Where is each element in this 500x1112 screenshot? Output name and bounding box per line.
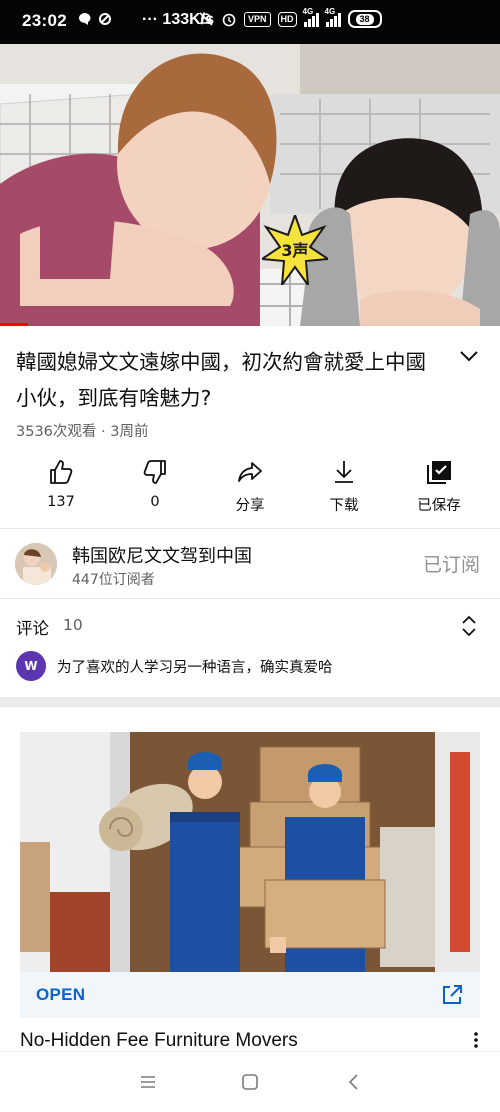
external-link-icon[interactable] — [440, 983, 464, 1007]
share-label: 分享 — [235, 498, 265, 514]
signal-icon-2: 4G — [325, 7, 341, 27]
battery-icon: 38 — [347, 10, 382, 28]
status-icons: VPN HD 4G 4G 38 — [198, 7, 382, 28]
like-count: 137 — [47, 494, 75, 510]
subscriber-count: 447位订阅者 — [72, 572, 155, 588]
open-ad-button[interactable]: OPEN — [36, 985, 85, 1005]
thumbs-up-icon — [50, 460, 73, 484]
dislike-count: 0 — [150, 494, 160, 510]
divider — [0, 528, 500, 529]
dislike-button[interactable]: 0 — [115, 452, 195, 522]
alarm-icon — [222, 13, 236, 27]
menu-icon[interactable] — [136, 1070, 160, 1094]
video-frame — [0, 44, 500, 326]
thumbs-down-icon — [143, 460, 166, 484]
notification-icons — [78, 12, 112, 26]
mute-bell-icon — [199, 12, 213, 26]
home-square-icon[interactable] — [238, 1070, 262, 1094]
channel-avatar[interactable] — [15, 543, 57, 585]
status-time: 23:02 — [22, 11, 67, 30]
sticker-burst-icon: 3声 — [262, 215, 328, 285]
channel-row[interactable]: 韩国欧尼文文驾到中国 447位订阅者 已订阅 — [0, 530, 500, 598]
avatar-image — [15, 543, 57, 585]
comments-count: 10 — [63, 616, 83, 634]
like-button[interactable]: 137 — [21, 452, 101, 522]
channel-name[interactable]: 韩国欧尼文文驾到中国 — [72, 542, 252, 568]
video-meta: 3536次观看 · 3周前 — [16, 424, 149, 440]
link-icon — [99, 13, 111, 25]
share-icon — [238, 462, 262, 482]
vpn-icon: VPN — [244, 11, 271, 27]
comment-avatar: W — [16, 651, 46, 681]
download-label: 下载 — [329, 498, 359, 514]
ad-photo — [20, 732, 480, 972]
video-player[interactable]: 3声 — [0, 44, 500, 326]
comments-section[interactable]: 评论 10 W 为了喜欢的人学习另一种语言，确实真爱哈 — [0, 600, 500, 696]
share-button[interactable]: 分享 — [210, 452, 290, 522]
top-comment-text: 为了喜欢的人学习另一种语言，确实真爱哈 — [57, 660, 333, 676]
battery-level: 38 — [355, 13, 374, 25]
back-icon[interactable] — [342, 1070, 366, 1094]
hd-icon: HD — [277, 11, 297, 27]
video-title: 韓國媳婦文文遠嫁中國，初次約會就愛上中國小伙，到底有啥魅力? — [16, 350, 426, 410]
signal-icon-1: 4G — [303, 7, 319, 27]
download-icon — [335, 461, 353, 483]
sticker-text: 3声 — [281, 241, 308, 260]
comments-heading: 评论 — [16, 619, 49, 638]
saved-playlist-icon — [427, 461, 451, 484]
expand-collapse-icon[interactable] — [460, 614, 478, 638]
download-button[interactable]: 下载 — [304, 452, 384, 522]
divider — [0, 598, 500, 599]
section-separator — [0, 697, 500, 707]
save-label: 已保存 — [417, 498, 461, 514]
more-vert-icon[interactable] — [472, 1030, 480, 1050]
ad-cta-bar[interactable]: OPEN — [20, 972, 480, 1018]
chevron-down-icon[interactable] — [458, 348, 480, 364]
ad-title[interactable]: No-Hidden Fee Furniture Movers — [20, 1030, 298, 1052]
action-bar: 137 0 分享 下载 已保存 — [0, 452, 500, 522]
ad-image[interactable] — [20, 732, 480, 972]
system-navigation-bar — [0, 1051, 500, 1112]
status-bar: 23:02 ··· 133K/s VPN HD 4G 4G 38 — [0, 0, 500, 44]
playback-progress[interactable] — [0, 323, 28, 326]
save-button[interactable]: 已保存 — [399, 452, 479, 522]
chat-bubble-icon — [79, 13, 91, 25]
subscribed-button[interactable]: 已订阅 — [423, 550, 480, 577]
